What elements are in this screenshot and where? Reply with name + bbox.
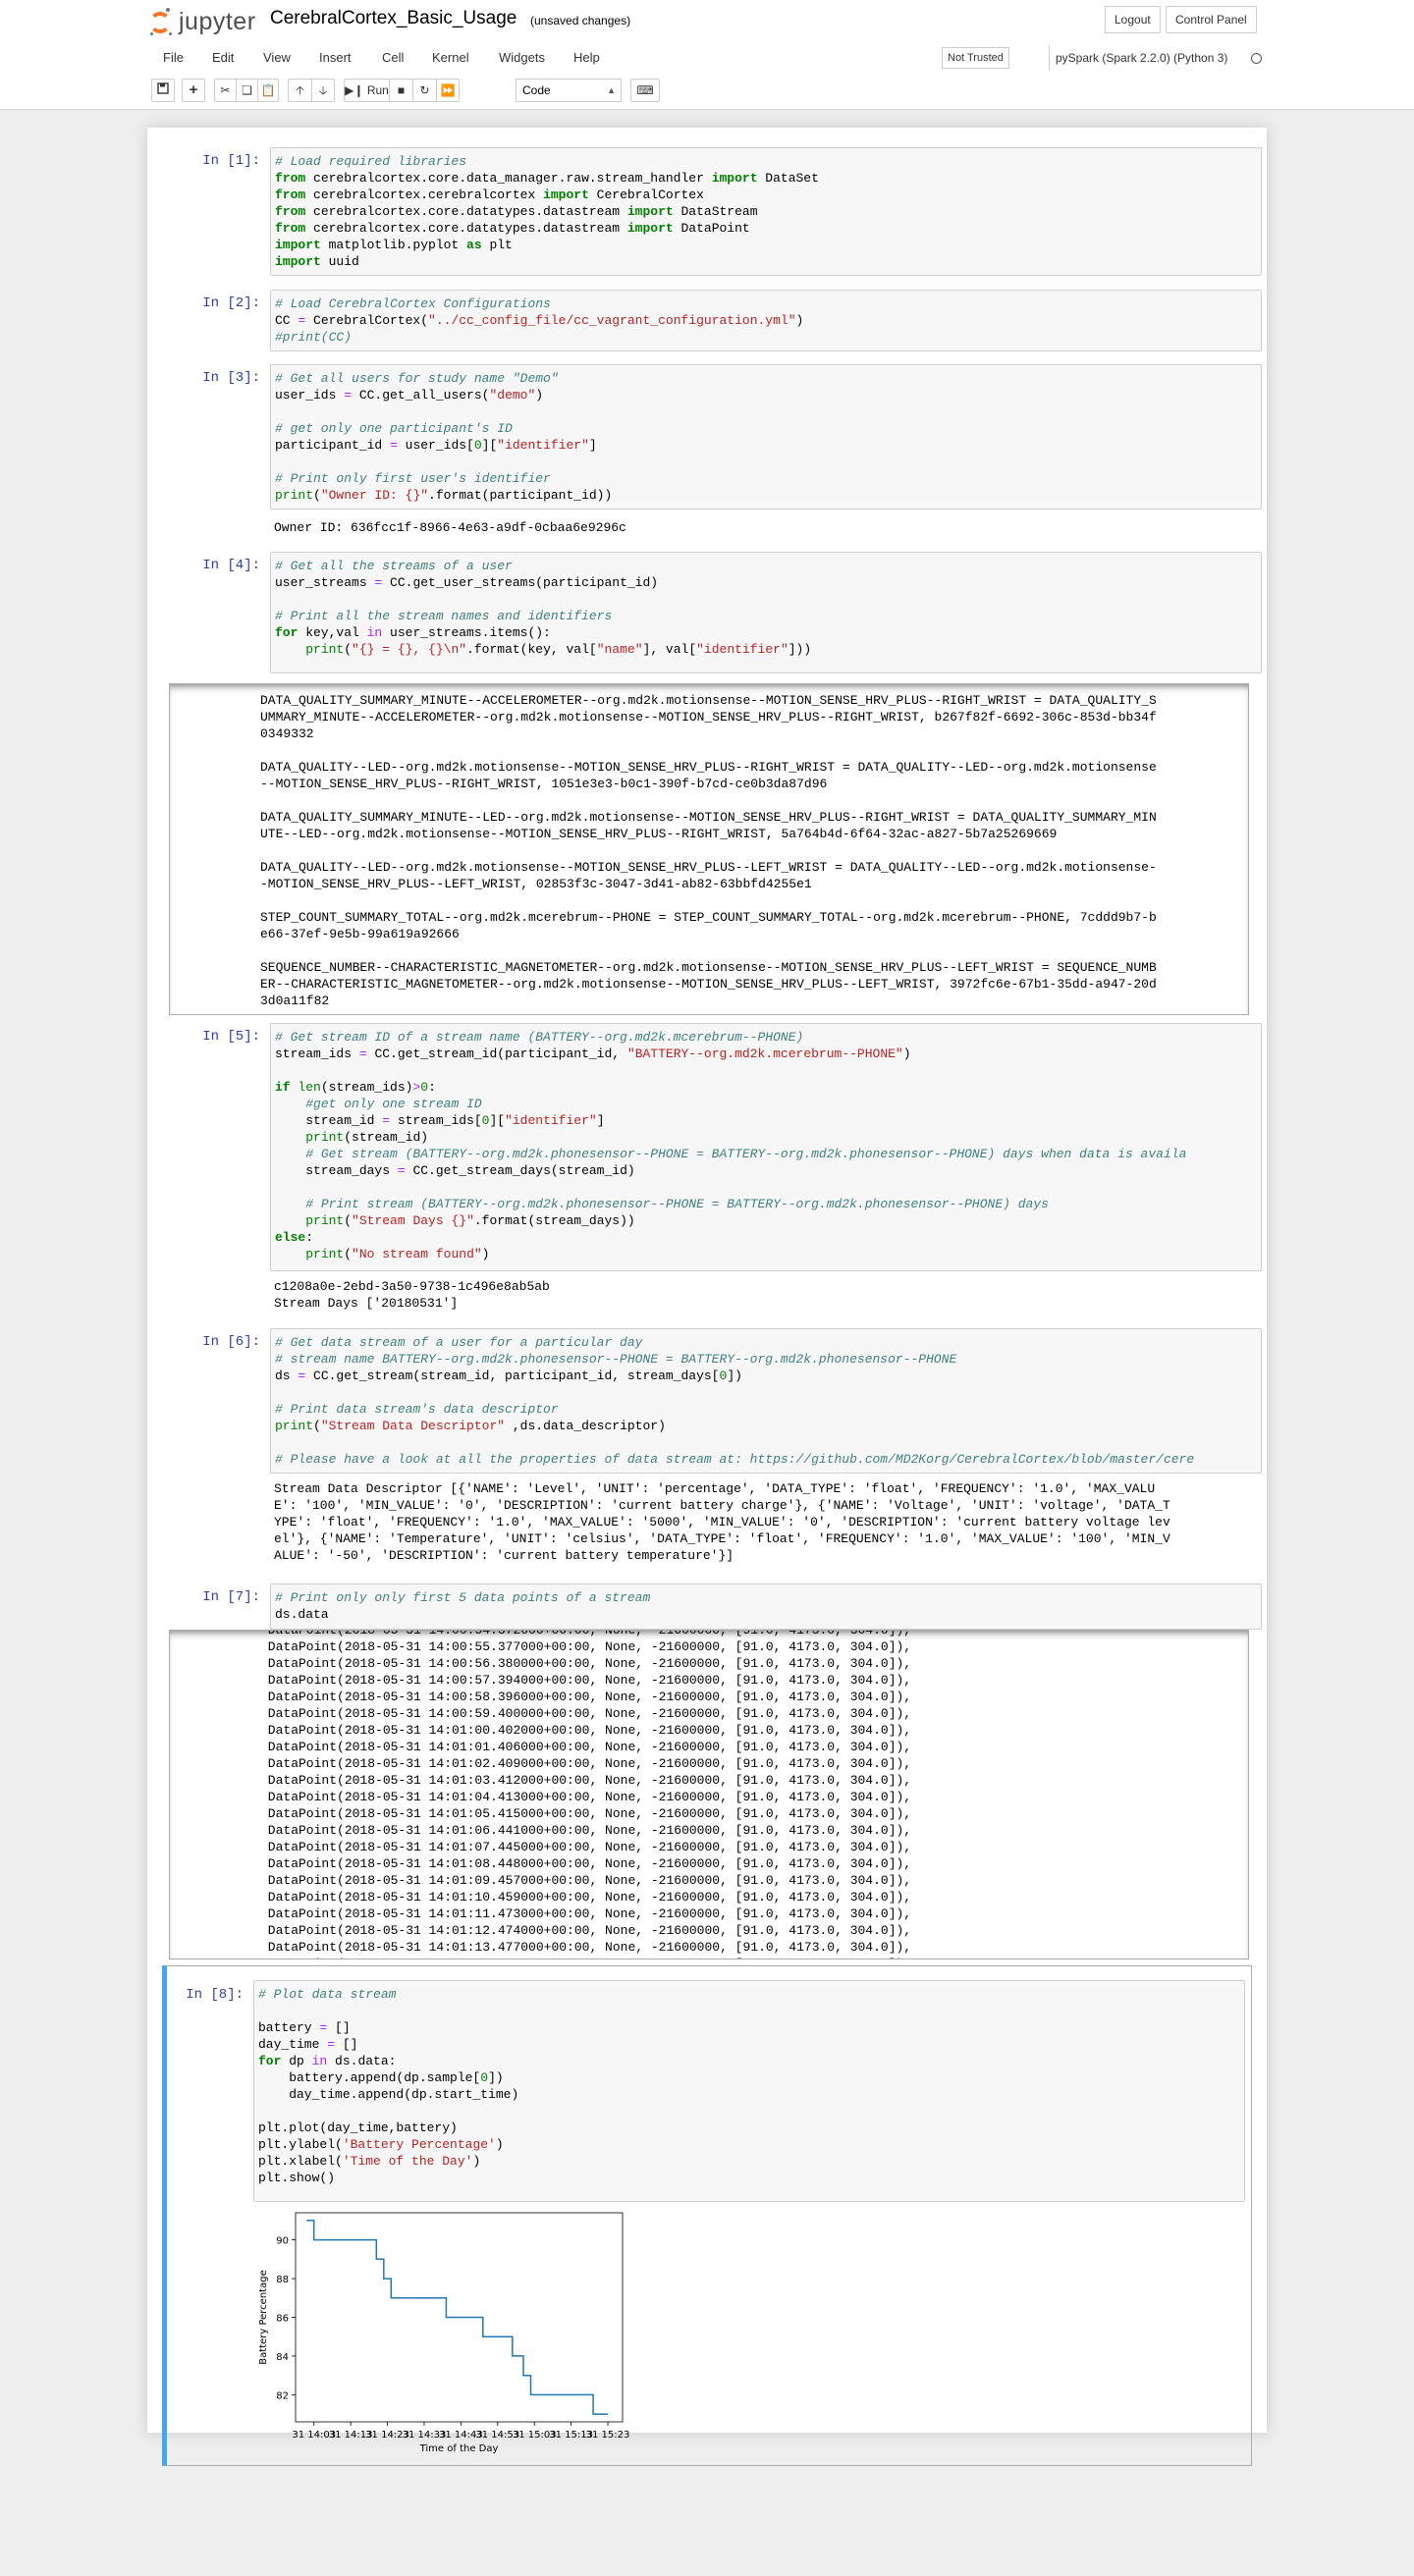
menu-cell[interactable]: Cell <box>382 45 404 71</box>
menu-file[interactable]: File <box>163 45 184 71</box>
control-panel-button[interactable]: Control Panel <box>1166 6 1257 33</box>
arrow-up-icon[interactable]: 🡡 <box>288 79 311 102</box>
code-text: # Get all users for study name "Demo" us… <box>275 371 613 503</box>
menu-bar: File Edit View Insert Cell Kernel Widget… <box>147 45 1267 71</box>
output-text: c1208a0e-2ebd-3a50-9738-1c496e8ab5ab Str… <box>274 1279 550 1311</box>
jupyter-logo[interactable]: jupyter <box>147 4 256 39</box>
code-text: # Get all the streams of a user user_str… <box>275 559 812 657</box>
code-text: # Get stream ID of a stream name (BATTER… <box>275 1030 1187 1261</box>
cell-type-select[interactable]: Code ▲ <box>516 79 622 102</box>
plot-output: 82 84 86 88 90 31 14:03 31 14:13 31 14:23 31 14:… <box>253 2208 636 2463</box>
output-text: Owner ID: 636fcc1f-8966-4e63-a9df-0cbaa6… <box>274 520 626 535</box>
code-input[interactable]: # Load required libraries from cerebralc… <box>270 147 1262 276</box>
input-prompt: In [5]: <box>202 1029 260 1045</box>
input-prompt: In [7]: <box>202 1589 260 1605</box>
scrolled-output[interactable]: DataPoint(2018-05-31 14:00:54.372000+00:… <box>169 1630 1249 1959</box>
code-input[interactable]: # Print only only first 5 data points of… <box>270 1583 1262 1630</box>
notebook-name[interactable]: CerebralCortex_Basic_Usage <box>270 8 517 29</box>
input-prompt: In [8]: <box>186 1987 244 2003</box>
menu-kernel[interactable]: Kernel <box>432 45 469 71</box>
code-input[interactable]: # Get stream ID of a stream name (BATTER… <box>270 1023 1262 1271</box>
output-text: DataPoint(2018-05-31 14:00:54.372000+00:… <box>267 1630 912 1959</box>
fast-forward-icon[interactable]: ⏩ <box>436 79 460 102</box>
menu-view[interactable]: View <box>263 45 291 71</box>
y-tick-label: 84 <box>276 2352 289 2363</box>
run-label: Run <box>366 83 389 97</box>
logout-button[interactable]: Logout <box>1105 6 1161 33</box>
output-text: DATA_QUALITY_SUMMARY_MINUTE--ACCELEROMET… <box>260 693 1157 1008</box>
step-forward-icon: ▶❙ <box>345 83 364 97</box>
copy-icon[interactable]: ❏ <box>236 79 257 102</box>
jupyter-logo-text: jupyter <box>179 7 256 35</box>
save-status: (unsaved changes) <box>530 14 631 27</box>
menu-insert[interactable]: Insert <box>319 45 352 71</box>
code-input[interactable]: # Plot data stream battery = [] day_time… <box>253 1980 1245 2202</box>
input-prompt: In [4]: <box>202 558 260 573</box>
cell-output: c1208a0e-2ebd-3a50-9738-1c496e8ab5ab Str… <box>274 1278 1262 1312</box>
cell-output: Stream Data Descriptor [{'NAME': 'Level'… <box>274 1480 1262 1564</box>
jupyter-logo-icon <box>147 6 173 37</box>
code-text: # Plot data stream battery = [] day_time… <box>258 1987 519 2185</box>
cell-type-value: Code <box>522 83 551 97</box>
refresh-icon[interactable]: ↻ <box>412 79 436 102</box>
battery-line-chart: 828486889031 14:0331 14:1331 14:2331 14:… <box>258 2212 630 2454</box>
x-axis-label: Time of the Day <box>419 2443 499 2454</box>
not-trusted-button[interactable]: Not Trusted <box>942 47 1009 69</box>
select-caret-icon: ▲ <box>607 85 616 95</box>
code-text: # Load required libraries from cerebralc… <box>275 154 819 269</box>
menu-help[interactable]: Help <box>573 45 600 71</box>
code-text: # Get data stream of a user for a partic… <box>275 1335 1195 1467</box>
y-tick-label: 86 <box>276 2314 289 2325</box>
notebook-header: jupyter CerebralCortex_Basic_Usage (unsa… <box>0 0 1414 110</box>
plus-icon[interactable]: + <box>182 79 205 102</box>
input-prompt: In [2]: <box>202 295 260 311</box>
y-tick-label: 82 <box>276 2390 289 2401</box>
save-icon[interactable] <box>151 79 175 102</box>
x-tick-label: 31 15:23 <box>586 2430 630 2441</box>
code-input[interactable]: # Load CerebralCortex Configurations CC … <box>270 290 1262 351</box>
code-input[interactable]: # Get all the streams of a user user_str… <box>270 552 1262 673</box>
y-axis-label: Battery Percentage <box>258 2270 269 2364</box>
kernel-name[interactable]: pySpark (Spark 2.2.0) (Python 3) <box>1049 45 1227 71</box>
input-prompt: In [1]: <box>202 153 260 169</box>
code-text: # Load CerebralCortex Configurations CC … <box>275 296 804 345</box>
arrow-down-icon[interactable]: 🡣 <box>311 79 335 102</box>
cell-output: Owner ID: 636fcc1f-8966-4e63-a9df-0cbaa6… <box>274 519 1262 536</box>
menu-widgets[interactable]: Widgets <box>499 45 545 71</box>
code-text: # Print only only first 5 data points of… <box>275 1590 651 1622</box>
kernel-idle-icon <box>1251 53 1262 64</box>
scrolled-output[interactable]: DATA_QUALITY_SUMMARY_MINUTE--ACCELEROMET… <box>169 683 1249 1015</box>
code-cell-8-selected[interactable]: In [8]: # Plot data stream battery = [] … <box>162 1965 1252 2466</box>
input-prompt: In [3]: <box>202 370 260 386</box>
run-button[interactable]: ▶❙ Run <box>344 79 389 102</box>
cut-icon[interactable]: ✂ <box>214 79 236 102</box>
stop-icon[interactable]: ■ <box>389 79 412 102</box>
y-tick-label: 88 <box>276 2275 289 2285</box>
notebook-container: In [1]: # Load required libraries from c… <box>147 128 1267 2466</box>
code-input[interactable]: # Get data stream of a user for a partic… <box>270 1328 1262 1474</box>
y-tick-label: 90 <box>276 2236 289 2247</box>
output-text: Stream Data Descriptor [{'NAME': 'Level'… <box>274 1481 1170 1563</box>
code-input[interactable]: # Get all users for study name "Demo" us… <box>270 364 1262 510</box>
input-prompt: In [6]: <box>202 1334 260 1350</box>
menu-edit[interactable]: Edit <box>212 45 234 71</box>
keyboard-icon[interactable]: ⌨ <box>630 79 660 102</box>
paste-icon[interactable]: 📋 <box>257 79 279 102</box>
